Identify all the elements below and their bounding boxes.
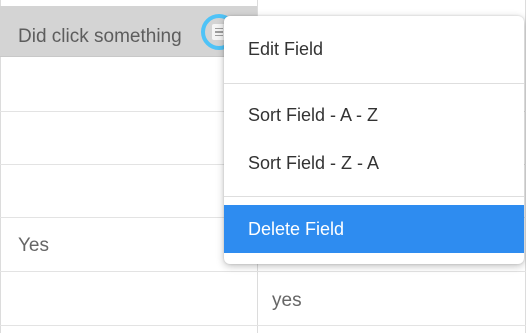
grid-line: [0, 271, 526, 272]
menu-item-sort-z-a[interactable]: Sort Field - Z - A: [224, 141, 524, 186]
grid-line: [0, 325, 526, 326]
field-menu-dropdown: Edit Field Sort Field - A - Z Sort Field…: [224, 16, 524, 264]
menu-item-label: Delete Field: [248, 218, 345, 239]
menu-item-label: Sort Field - Z - A: [248, 153, 380, 173]
table-cell[interactable]: Yes: [18, 235, 49, 257]
menu-item-label: Edit Field: [248, 39, 324, 59]
menu-divider: [224, 196, 524, 197]
menu-item-label: Sort Field - A - Z: [248, 105, 379, 125]
menu-item-edit-field[interactable]: Edit Field: [224, 16, 524, 83]
menu-item-sort-a-z[interactable]: Sort Field - A - Z: [224, 90, 524, 141]
menu-divider: [224, 83, 524, 84]
table-cell[interactable]: yes: [272, 290, 302, 312]
column-header-label: Did click something: [18, 26, 182, 47]
menu-item-delete-field[interactable]: Delete Field: [224, 205, 524, 253]
